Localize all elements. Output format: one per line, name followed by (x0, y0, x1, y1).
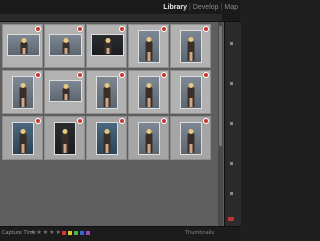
photo-thumbnail[interactable] (180, 30, 202, 63)
grid-cell[interactable] (2, 24, 43, 68)
photo-thumbnail[interactable] (49, 34, 82, 56)
right-panel (224, 22, 241, 226)
module-picker: Library | Develop | Map (163, 4, 238, 11)
badge-icon[interactable] (119, 26, 125, 32)
grid-cell[interactable] (170, 24, 211, 68)
photo-thumbnail[interactable] (138, 122, 160, 155)
badge-icon[interactable] (161, 72, 167, 78)
photo-thumbnail[interactable] (180, 122, 202, 155)
color-label-swatch[interactable] (74, 231, 78, 235)
photo-grid (0, 22, 224, 226)
grid-cell[interactable] (44, 24, 85, 68)
grid-cell[interactable] (170, 116, 211, 160)
badge-icon[interactable] (35, 118, 41, 124)
model-figure (187, 36, 195, 61)
badge-icon[interactable] (35, 26, 41, 32)
badge-icon[interactable] (161, 26, 167, 32)
grid-cell[interactable] (128, 116, 169, 160)
filter-bar (0, 14, 222, 21)
color-label-swatch[interactable] (62, 231, 66, 235)
model-figure (19, 82, 27, 107)
color-label-swatch[interactable] (80, 231, 84, 235)
badge-icon[interactable] (161, 118, 167, 124)
model-figure (187, 82, 195, 107)
model-figure (145, 82, 153, 107)
grid-cell[interactable] (86, 24, 127, 68)
module-library[interactable]: Library (163, 4, 187, 11)
model-figure (104, 38, 111, 54)
badge-icon[interactable] (77, 118, 83, 124)
rating-stars[interactable]: ★★★★★ (30, 229, 62, 236)
badge-icon[interactable] (203, 26, 209, 32)
badge-icon[interactable] (203, 72, 209, 78)
photo-thumbnail[interactable] (96, 122, 118, 155)
module-separator: | (220, 4, 223, 11)
grid-cell[interactable] (86, 70, 127, 114)
photo-thumbnail[interactable] (7, 34, 40, 56)
thumbnails-label: Thumbnails (185, 230, 215, 236)
photo-thumbnail[interactable] (12, 76, 34, 109)
grid-cell[interactable] (128, 70, 169, 114)
photo-thumbnail[interactable] (138, 30, 160, 63)
module-separator: | (189, 4, 191, 11)
photo-thumbnail[interactable] (96, 76, 118, 109)
model-figure (103, 82, 111, 107)
badge-icon[interactable] (35, 72, 41, 78)
photo-thumbnail[interactable] (49, 80, 82, 102)
model-figure (19, 128, 27, 153)
bottom-toolbar: Capture Time ★★★★★ Thumbnails (0, 226, 240, 241)
grid-cell[interactable] (2, 116, 43, 160)
photo-thumbnail[interactable] (54, 122, 76, 155)
color-label-swatch[interactable] (68, 231, 72, 235)
panel-marker (230, 82, 233, 85)
grid-cell[interactable] (44, 70, 85, 114)
model-figure (145, 128, 153, 153)
photo-thumbnail[interactable] (91, 34, 124, 56)
model-figure (62, 38, 69, 54)
grid-scrollbar[interactable] (218, 22, 223, 226)
badge-icon[interactable] (203, 118, 209, 124)
grid-cell[interactable] (2, 70, 43, 114)
model-figure (187, 128, 195, 153)
model-figure (61, 128, 69, 153)
grid-cell[interactable] (128, 24, 169, 68)
module-develop[interactable]: Develop (193, 4, 219, 11)
panel-marker (230, 122, 233, 125)
panel-marker (230, 42, 233, 45)
badge-icon[interactable] (119, 118, 125, 124)
sync-button[interactable] (228, 217, 234, 221)
badge-icon[interactable] (77, 72, 83, 78)
grid-cell[interactable] (170, 70, 211, 114)
photo-thumbnail[interactable] (180, 76, 202, 109)
model-figure (103, 128, 111, 153)
top-panel: Library | Develop | Map (0, 0, 240, 22)
badge-icon[interactable] (119, 72, 125, 78)
model-figure (145, 36, 153, 61)
module-map[interactable]: Map (224, 4, 238, 11)
photo-thumbnail[interactable] (12, 122, 34, 155)
grid-cell[interactable] (86, 116, 127, 160)
color-label-swatch[interactable] (86, 231, 90, 235)
photo-thumbnail[interactable] (138, 76, 160, 109)
grid-cell[interactable] (44, 116, 85, 160)
scrollbar-thumb[interactable] (219, 26, 222, 146)
panel-marker (230, 162, 233, 165)
badge-icon[interactable] (77, 26, 83, 32)
model-figure (20, 38, 27, 54)
panel-marker (230, 192, 233, 195)
model-figure (62, 84, 69, 100)
